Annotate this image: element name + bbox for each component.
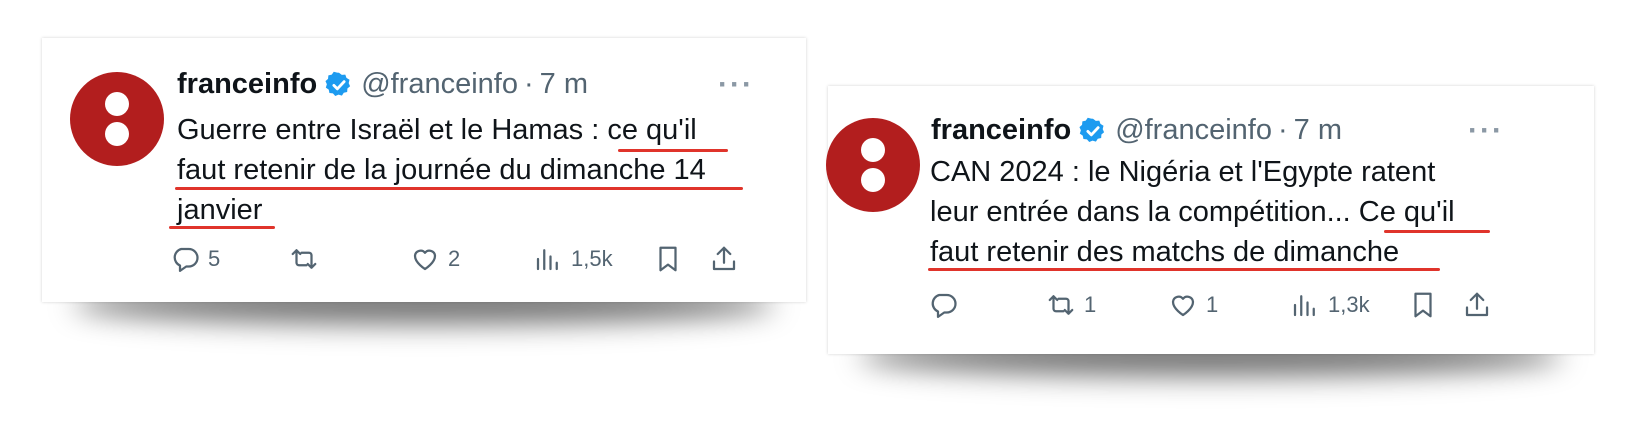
reply-icon bbox=[173, 247, 199, 272]
tweet-header: franceinfo @franceinfo · 7 m bbox=[931, 114, 1342, 147]
tweet-card-body: franceinfo @franceinfo · 7 m ··· CAN 202… bbox=[826, 86, 1594, 354]
tweet-text: CAN 2024 : le Nigéria et l'Egypte ratent… bbox=[930, 152, 1455, 272]
author-handle[interactable]: @franceinfo bbox=[361, 68, 518, 101]
like-button[interactable]: 1 bbox=[1168, 290, 1218, 320]
highlight-underline bbox=[169, 226, 275, 229]
view-count: 1,5k bbox=[571, 246, 613, 271]
reply-button[interactable]: 5 bbox=[170, 244, 220, 274]
tweet-header: franceinfo @franceinfo · 7 m bbox=[177, 68, 588, 101]
reply-button[interactable] bbox=[928, 290, 966, 320]
tweet-timestamp[interactable]: 7 m bbox=[1294, 114, 1342, 147]
tweet-text-line: CAN 2024 : le Nigéria et l'Egypte ratent bbox=[930, 156, 1436, 188]
more-options-icon[interactable]: ··· bbox=[718, 68, 754, 102]
avatar[interactable] bbox=[826, 118, 920, 212]
share-icon bbox=[712, 246, 736, 271]
tweet-text: Guerre entre Israël et le Hamas : ce qu'… bbox=[177, 110, 706, 230]
retweet-count: 1 bbox=[1084, 292, 1097, 317]
share-icon bbox=[1465, 292, 1489, 317]
tweet-timestamp[interactable]: 7 m bbox=[540, 68, 588, 101]
reply-count: 5 bbox=[208, 246, 221, 271]
views-button[interactable]: 1,3k bbox=[1290, 290, 1370, 320]
share-button[interactable] bbox=[709, 244, 739, 274]
like-count: 1 bbox=[1206, 292, 1219, 317]
tweet-text-line: faut retenir de la journée du dimanche 1… bbox=[177, 154, 706, 186]
analytics-icon bbox=[536, 249, 558, 271]
tweet-card-body: franceinfo @franceinfo · 7 m ··· Guerre … bbox=[42, 38, 806, 302]
bookmark-button[interactable] bbox=[1408, 290, 1438, 320]
avatar-logo-dot bbox=[861, 138, 885, 162]
highlight-underline bbox=[928, 268, 1440, 271]
bookmark-icon bbox=[659, 246, 677, 272]
tweet-card-2[interactable]: franceinfo @franceinfo · 7 m ··· CAN 202… bbox=[826, 86, 1594, 376]
heart-icon bbox=[1171, 295, 1195, 317]
highlight-underline bbox=[1384, 230, 1490, 233]
verified-badge-icon bbox=[325, 71, 351, 96]
bookmark-icon bbox=[1414, 292, 1432, 318]
view-count: 1,3k bbox=[1328, 292, 1370, 317]
header-separator: · bbox=[1277, 114, 1288, 146]
avatar-logo-dot bbox=[105, 122, 129, 146]
tweet-text-line: janvier bbox=[177, 194, 263, 226]
like-button[interactable]: 2 bbox=[410, 244, 460, 274]
views-button[interactable]: 1,5k bbox=[533, 244, 613, 274]
highlight-underline bbox=[175, 187, 743, 190]
retweet-icon bbox=[1048, 295, 1074, 315]
retweet-button[interactable]: 1 bbox=[1046, 290, 1096, 320]
avatar-logo-dot bbox=[105, 92, 129, 116]
tweet-card-1[interactable]: franceinfo @franceinfo · 7 m ··· Guerre … bbox=[42, 38, 806, 324]
like-count: 2 bbox=[448, 246, 461, 271]
avatar-logo-dot bbox=[861, 168, 885, 192]
tweet-text-line: leur entrée dans la compétition... Ce qu… bbox=[930, 196, 1455, 228]
verified-badge-icon bbox=[1079, 117, 1105, 142]
avatar[interactable] bbox=[70, 72, 164, 166]
share-button[interactable] bbox=[1462, 290, 1492, 320]
bookmark-button[interactable] bbox=[653, 244, 683, 274]
author-name[interactable]: franceinfo bbox=[931, 114, 1071, 147]
header-separator: · bbox=[523, 68, 534, 100]
reply-icon bbox=[931, 293, 957, 318]
tweet-text-line: faut retenir des matchs de dimanche bbox=[930, 236, 1400, 268]
heart-icon bbox=[413, 249, 437, 271]
highlight-underline bbox=[618, 149, 728, 152]
analytics-icon bbox=[1293, 295, 1315, 317]
retweet-button[interactable] bbox=[289, 244, 327, 274]
more-options-icon[interactable]: ··· bbox=[1468, 114, 1504, 148]
author-name[interactable]: franceinfo bbox=[177, 68, 317, 101]
author-handle[interactable]: @franceinfo bbox=[1115, 114, 1272, 147]
retweet-icon bbox=[291, 249, 317, 269]
tweet-text-line: Guerre entre Israël et le Hamas : ce qu'… bbox=[177, 114, 697, 146]
